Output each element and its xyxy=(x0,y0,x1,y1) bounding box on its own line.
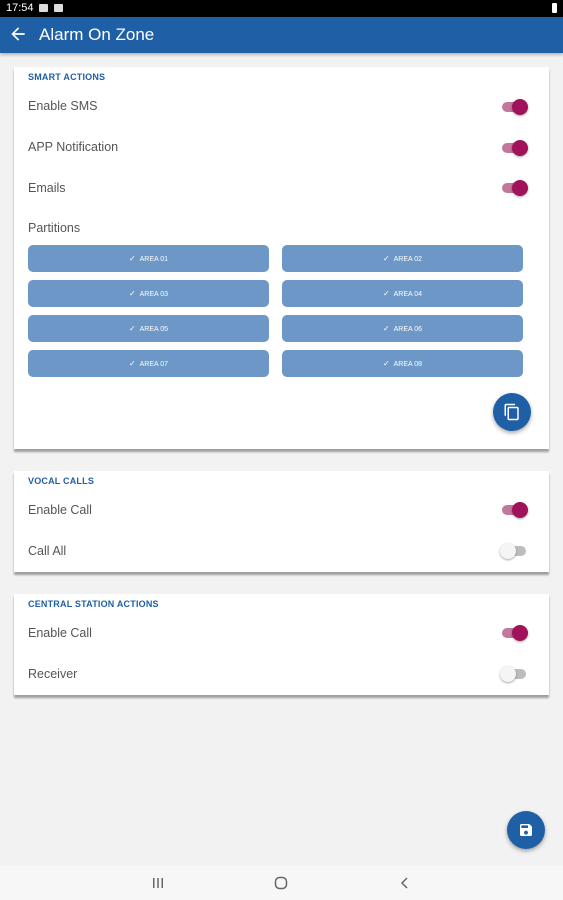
check-icon: ✓ xyxy=(128,254,136,263)
partition-chip[interactable]: ✓ AREA 08 xyxy=(282,350,523,377)
arrow-left-icon[interactable] xyxy=(8,24,28,44)
check-icon: ✓ xyxy=(382,254,390,263)
recent-apps-icon[interactable] xyxy=(149,875,167,891)
save-button[interactable] xyxy=(507,811,545,849)
check-icon: ✓ xyxy=(128,324,136,333)
check-icon: ✓ xyxy=(382,324,390,333)
receiver-toggle[interactable] xyxy=(500,666,528,682)
section-title-vocal-calls: VOCAL CALLS xyxy=(28,476,95,486)
partition-chip[interactable]: ✓ AREA 03 xyxy=(28,280,269,307)
enable-call-label: Enable Call xyxy=(28,503,92,517)
enable-sms-toggle[interactable] xyxy=(500,99,528,115)
central-station-card: CENTRAL STATION ACTIONS Enable Call Rece… xyxy=(14,594,549,695)
call-all-label: Call All xyxy=(28,544,67,558)
page-title: Alarm On Zone xyxy=(39,25,155,44)
partition-chip[interactable]: ✓ AREA 05 xyxy=(28,315,269,342)
navigation-bar xyxy=(0,866,563,900)
partition-chip[interactable]: ✓ AREA 07 xyxy=(28,350,269,377)
section-title-central-station: CENTRAL STATION ACTIONS xyxy=(28,599,159,609)
call-all-toggle[interactable] xyxy=(500,543,528,559)
status-bar: 17:54 xyxy=(0,0,563,17)
emails-label: Emails xyxy=(28,181,66,195)
back-nav-icon[interactable] xyxy=(396,875,414,891)
partition-chip[interactable]: ✓ AREA 04 xyxy=(282,280,523,307)
partitions-label: Partitions xyxy=(28,221,81,235)
copy-icon xyxy=(504,403,519,421)
status-time: 17:54 xyxy=(6,2,34,14)
home-icon[interactable] xyxy=(272,875,290,891)
battery-icon xyxy=(552,3,557,13)
app-notification-label: APP Notification xyxy=(28,140,119,154)
save-icon xyxy=(520,824,532,836)
enable-call-label: Enable Call xyxy=(28,626,92,640)
receiver-label: Receiver xyxy=(28,667,78,681)
check-icon: ✓ xyxy=(128,359,136,368)
smart-actions-card: SMART ACTIONS Enable SMS APP Notificatio… xyxy=(14,67,549,449)
image-icon xyxy=(54,4,63,12)
central-enable-call-toggle[interactable] xyxy=(500,625,528,641)
check-icon: ✓ xyxy=(382,289,390,298)
enable-call-toggle[interactable] xyxy=(500,502,528,518)
app-bar: Alarm On Zone xyxy=(0,17,563,53)
emails-toggle[interactable] xyxy=(500,180,528,196)
app-notification-toggle[interactable] xyxy=(500,140,528,156)
section-title-smart-actions: SMART ACTIONS xyxy=(28,72,106,82)
copy-button[interactable] xyxy=(493,393,531,431)
partition-chip[interactable]: ✓ AREA 02 xyxy=(282,245,523,272)
check-icon: ✓ xyxy=(128,289,136,298)
enable-sms-label: Enable SMS xyxy=(28,99,98,113)
partition-chip[interactable]: ✓ AREA 06 xyxy=(282,315,523,342)
vocal-calls-card: VOCAL CALLS Enable Call Call All xyxy=(14,471,549,572)
check-icon: ✓ xyxy=(382,359,390,368)
partition-chip[interactable]: ✓ AREA 01 xyxy=(28,245,269,272)
notification-icon xyxy=(39,4,48,12)
